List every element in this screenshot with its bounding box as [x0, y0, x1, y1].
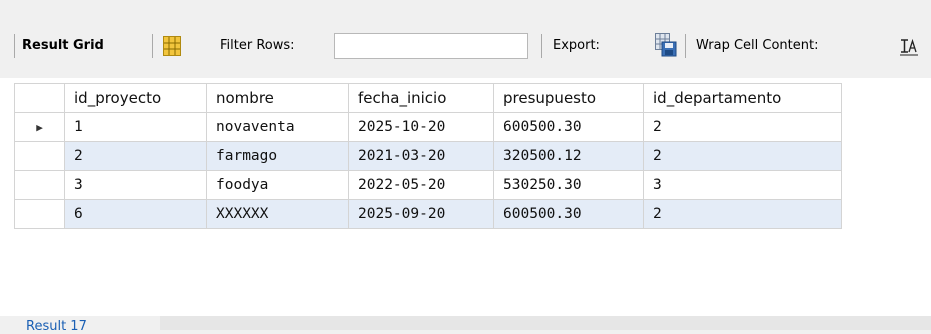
filter-rows-label: Filter Rows:: [220, 38, 295, 53]
table-row[interactable]: ▶ 1 novaventa 2025-10-20 600500.30 2: [14, 112, 842, 142]
row-indicator: [14, 141, 65, 171]
column-header-id-departamento[interactable]: id_departamento: [643, 83, 842, 113]
column-header-id-proyecto[interactable]: id_proyecto: [64, 83, 207, 113]
table-cell[interactable]: 1: [64, 112, 207, 142]
table-cell[interactable]: 2022-05-20: [348, 170, 494, 200]
table-cell[interactable]: 530250.30: [493, 170, 644, 200]
table-cell[interactable]: 2: [643, 112, 842, 142]
column-header-presupuesto[interactable]: presupuesto: [493, 83, 644, 113]
table-row[interactable]: 3 foodya 2022-05-20 530250.30 3: [14, 170, 842, 200]
toolbar-separator: [152, 34, 153, 58]
result-tab-strip: Result 17: [0, 316, 931, 334]
export-label: Export:: [553, 38, 600, 53]
table-cell[interactable]: foodya: [206, 170, 349, 200]
table-cell[interactable]: XXXXXX: [206, 199, 349, 229]
table-cell[interactable]: farmago: [206, 141, 349, 171]
table-cell[interactable]: 3: [643, 170, 842, 200]
toolbar-separator: [685, 34, 686, 58]
table-row[interactable]: 6 XXXXXX 2025-09-20 600500.30 2: [14, 199, 842, 229]
table-cell[interactable]: novaventa: [206, 112, 349, 142]
table-cell[interactable]: 600500.30: [493, 199, 644, 229]
grid-layout-icon[interactable]: [163, 36, 181, 56]
table-cell[interactable]: 600500.30: [493, 112, 644, 142]
table-cell[interactable]: 2: [64, 141, 207, 171]
table-cell[interactable]: 2: [643, 141, 842, 171]
table-cell[interactable]: 3: [64, 170, 207, 200]
export-table-icon[interactable]: [655, 33, 677, 57]
row-indicator: [14, 199, 65, 229]
table-row[interactable]: 2 farmago 2021-03-20 320500.12 2: [14, 141, 842, 171]
tab-strip-bar: [160, 316, 931, 330]
header-row: id_proyecto nombre fecha_inicio presupue…: [14, 83, 842, 113]
table-cell[interactable]: 320500.12: [493, 141, 644, 171]
table-cell[interactable]: 6: [64, 199, 207, 229]
column-header-nombre[interactable]: nombre: [206, 83, 349, 113]
table-cell[interactable]: 2: [643, 199, 842, 229]
result-toolbar: Result Grid Filter Rows: Export: Wrap Ce…: [0, 26, 931, 76]
current-row-arrow-icon: ▶: [14, 112, 65, 142]
toolbar-separator: [541, 34, 542, 58]
result-tab[interactable]: Result 17: [26, 319, 87, 334]
filter-rows-input[interactable]: [334, 33, 528, 59]
row-indicator: [14, 170, 65, 200]
wrap-text-icon[interactable]: [900, 38, 918, 56]
result-grid-button[interactable]: Result Grid: [22, 38, 104, 53]
row-indicator-header: [14, 83, 65, 113]
result-grid-area: id_proyecto nombre fecha_inicio presupue…: [0, 78, 931, 316]
wrap-cell-content-label: Wrap Cell Content:: [696, 38, 819, 53]
table-cell[interactable]: 2025-10-20: [348, 112, 494, 142]
table-cell[interactable]: 2021-03-20: [348, 141, 494, 171]
table-cell[interactable]: 2025-09-20: [348, 199, 494, 229]
result-grid-table: id_proyecto nombre fecha_inicio presupue…: [14, 83, 842, 229]
column-header-fecha-inicio[interactable]: fecha_inicio: [348, 83, 494, 113]
toolbar-separator: [14, 34, 15, 58]
